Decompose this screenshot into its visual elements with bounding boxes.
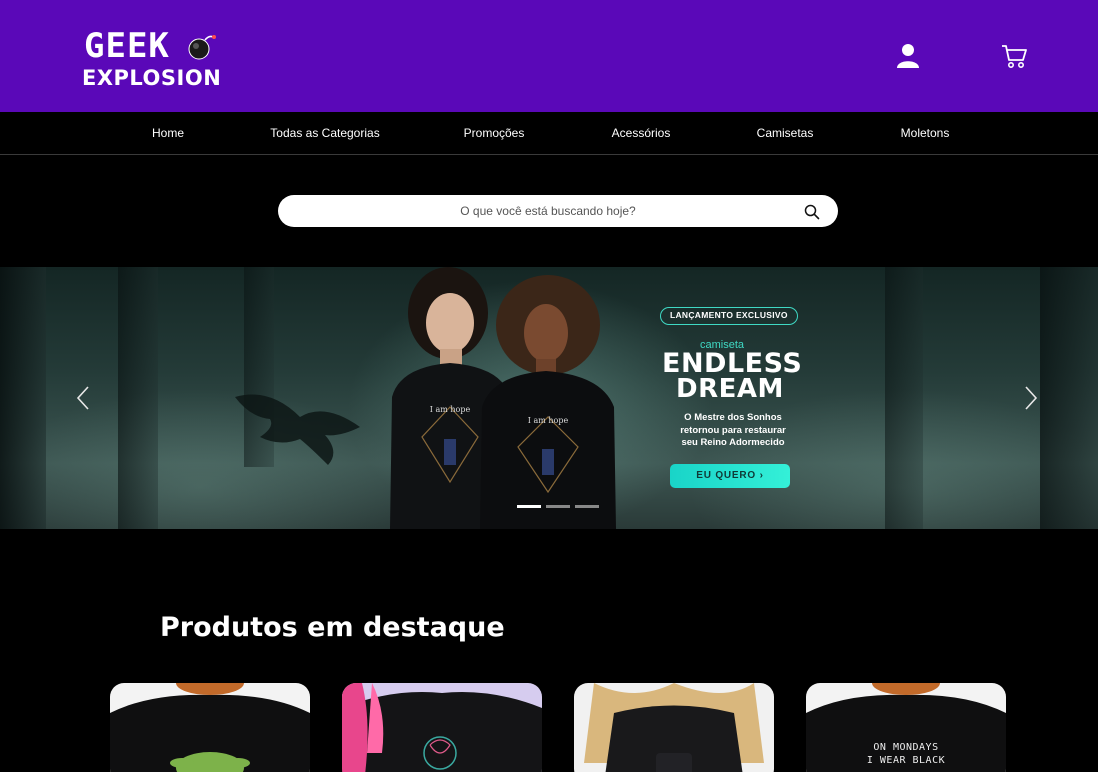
featured-products-title: Produtos em destaque — [160, 612, 505, 643]
product-card[interactable] — [342, 683, 542, 772]
banner-subtitle: O Mestre dos Sonhos retornou para restau… — [668, 412, 798, 450]
banner-badge: LANÇAMENTO EXCLUSIVO — [660, 307, 798, 325]
banner-subtitle-line: retornou para restaurar — [680, 424, 786, 436]
nav-item-promotions[interactable]: Promoções — [464, 126, 525, 140]
carousel-dots — [517, 505, 599, 508]
banner-subtitle-line: O Mestre dos Sonhos — [684, 412, 782, 423]
product-image — [584, 683, 764, 772]
product-card[interactable]: ON MONDAYS I WEAR BLACK — [806, 683, 1006, 772]
logo-text-geek: GEEK — [84, 26, 170, 66]
product-image — [110, 683, 310, 772]
carousel-next-icon[interactable] — [1020, 385, 1040, 411]
product-image — [342, 683, 542, 772]
top-header: GEEK EXPLOSION — [0, 0, 1098, 112]
nav-item-home[interactable]: Home — [152, 126, 184, 140]
shirt-print-text: I am hope — [528, 416, 569, 425]
nav-item-accessories[interactable]: Acessórios — [612, 126, 671, 140]
search-bar — [278, 195, 838, 227]
models-photo: I am hope I am hope — [390, 267, 616, 529]
product-print-line: ON MONDAYS — [873, 742, 939, 753]
carousel-dot-3[interactable] — [575, 505, 599, 508]
forest-pillar — [885, 267, 923, 529]
product-print-line: I WEAR BLACK — [866, 755, 946, 766]
nav-item-tshirts[interactable]: Camisetas — [757, 126, 814, 140]
product-card[interactable] — [110, 683, 310, 772]
carousel-dot-1[interactable] — [517, 505, 541, 508]
geek-explosion-logo[interactable]: GEEK EXPLOSION — [82, 28, 232, 92]
product-print-text: ON MONDAYS I WEAR BLACK — [864, 741, 948, 767]
cart-icon — [1002, 45, 1027, 68]
search-icon[interactable] — [804, 204, 820, 220]
cart-button[interactable] — [998, 40, 1030, 72]
forest-pillar — [0, 267, 46, 529]
search-input[interactable] — [298, 195, 798, 227]
shirt-print-text: I am hope — [430, 405, 471, 414]
bomb-icon — [188, 35, 216, 60]
forest-pillar — [1040, 267, 1098, 529]
banner-title-line2: DREAM — [676, 374, 784, 404]
carousel-dot-2[interactable] — [546, 505, 570, 508]
raven-illustration — [235, 394, 360, 465]
banner-subtitle-line: seu Reino Adormecido — [681, 437, 785, 448]
product-card[interactable] — [574, 683, 774, 772]
forest-pillar — [118, 267, 158, 529]
main-nav: Home Todas as Categorias Promoções Acess… — [0, 112, 1098, 155]
carousel-prev-icon[interactable] — [74, 385, 94, 411]
logo-text-explosion: EXPLOSION — [82, 66, 222, 90]
account-button[interactable] — [892, 40, 924, 72]
hero-banner[interactable]: I am hope I am hope LANÇAMENTO EXCLUSIVO… — [0, 267, 1098, 529]
nav-item-all-categories[interactable]: Todas as Categorias — [270, 126, 379, 140]
banner-cta-button[interactable]: EU QUERO › — [670, 464, 790, 488]
user-icon — [897, 44, 919, 68]
nav-item-hoodies[interactable]: Moletons — [901, 126, 950, 140]
